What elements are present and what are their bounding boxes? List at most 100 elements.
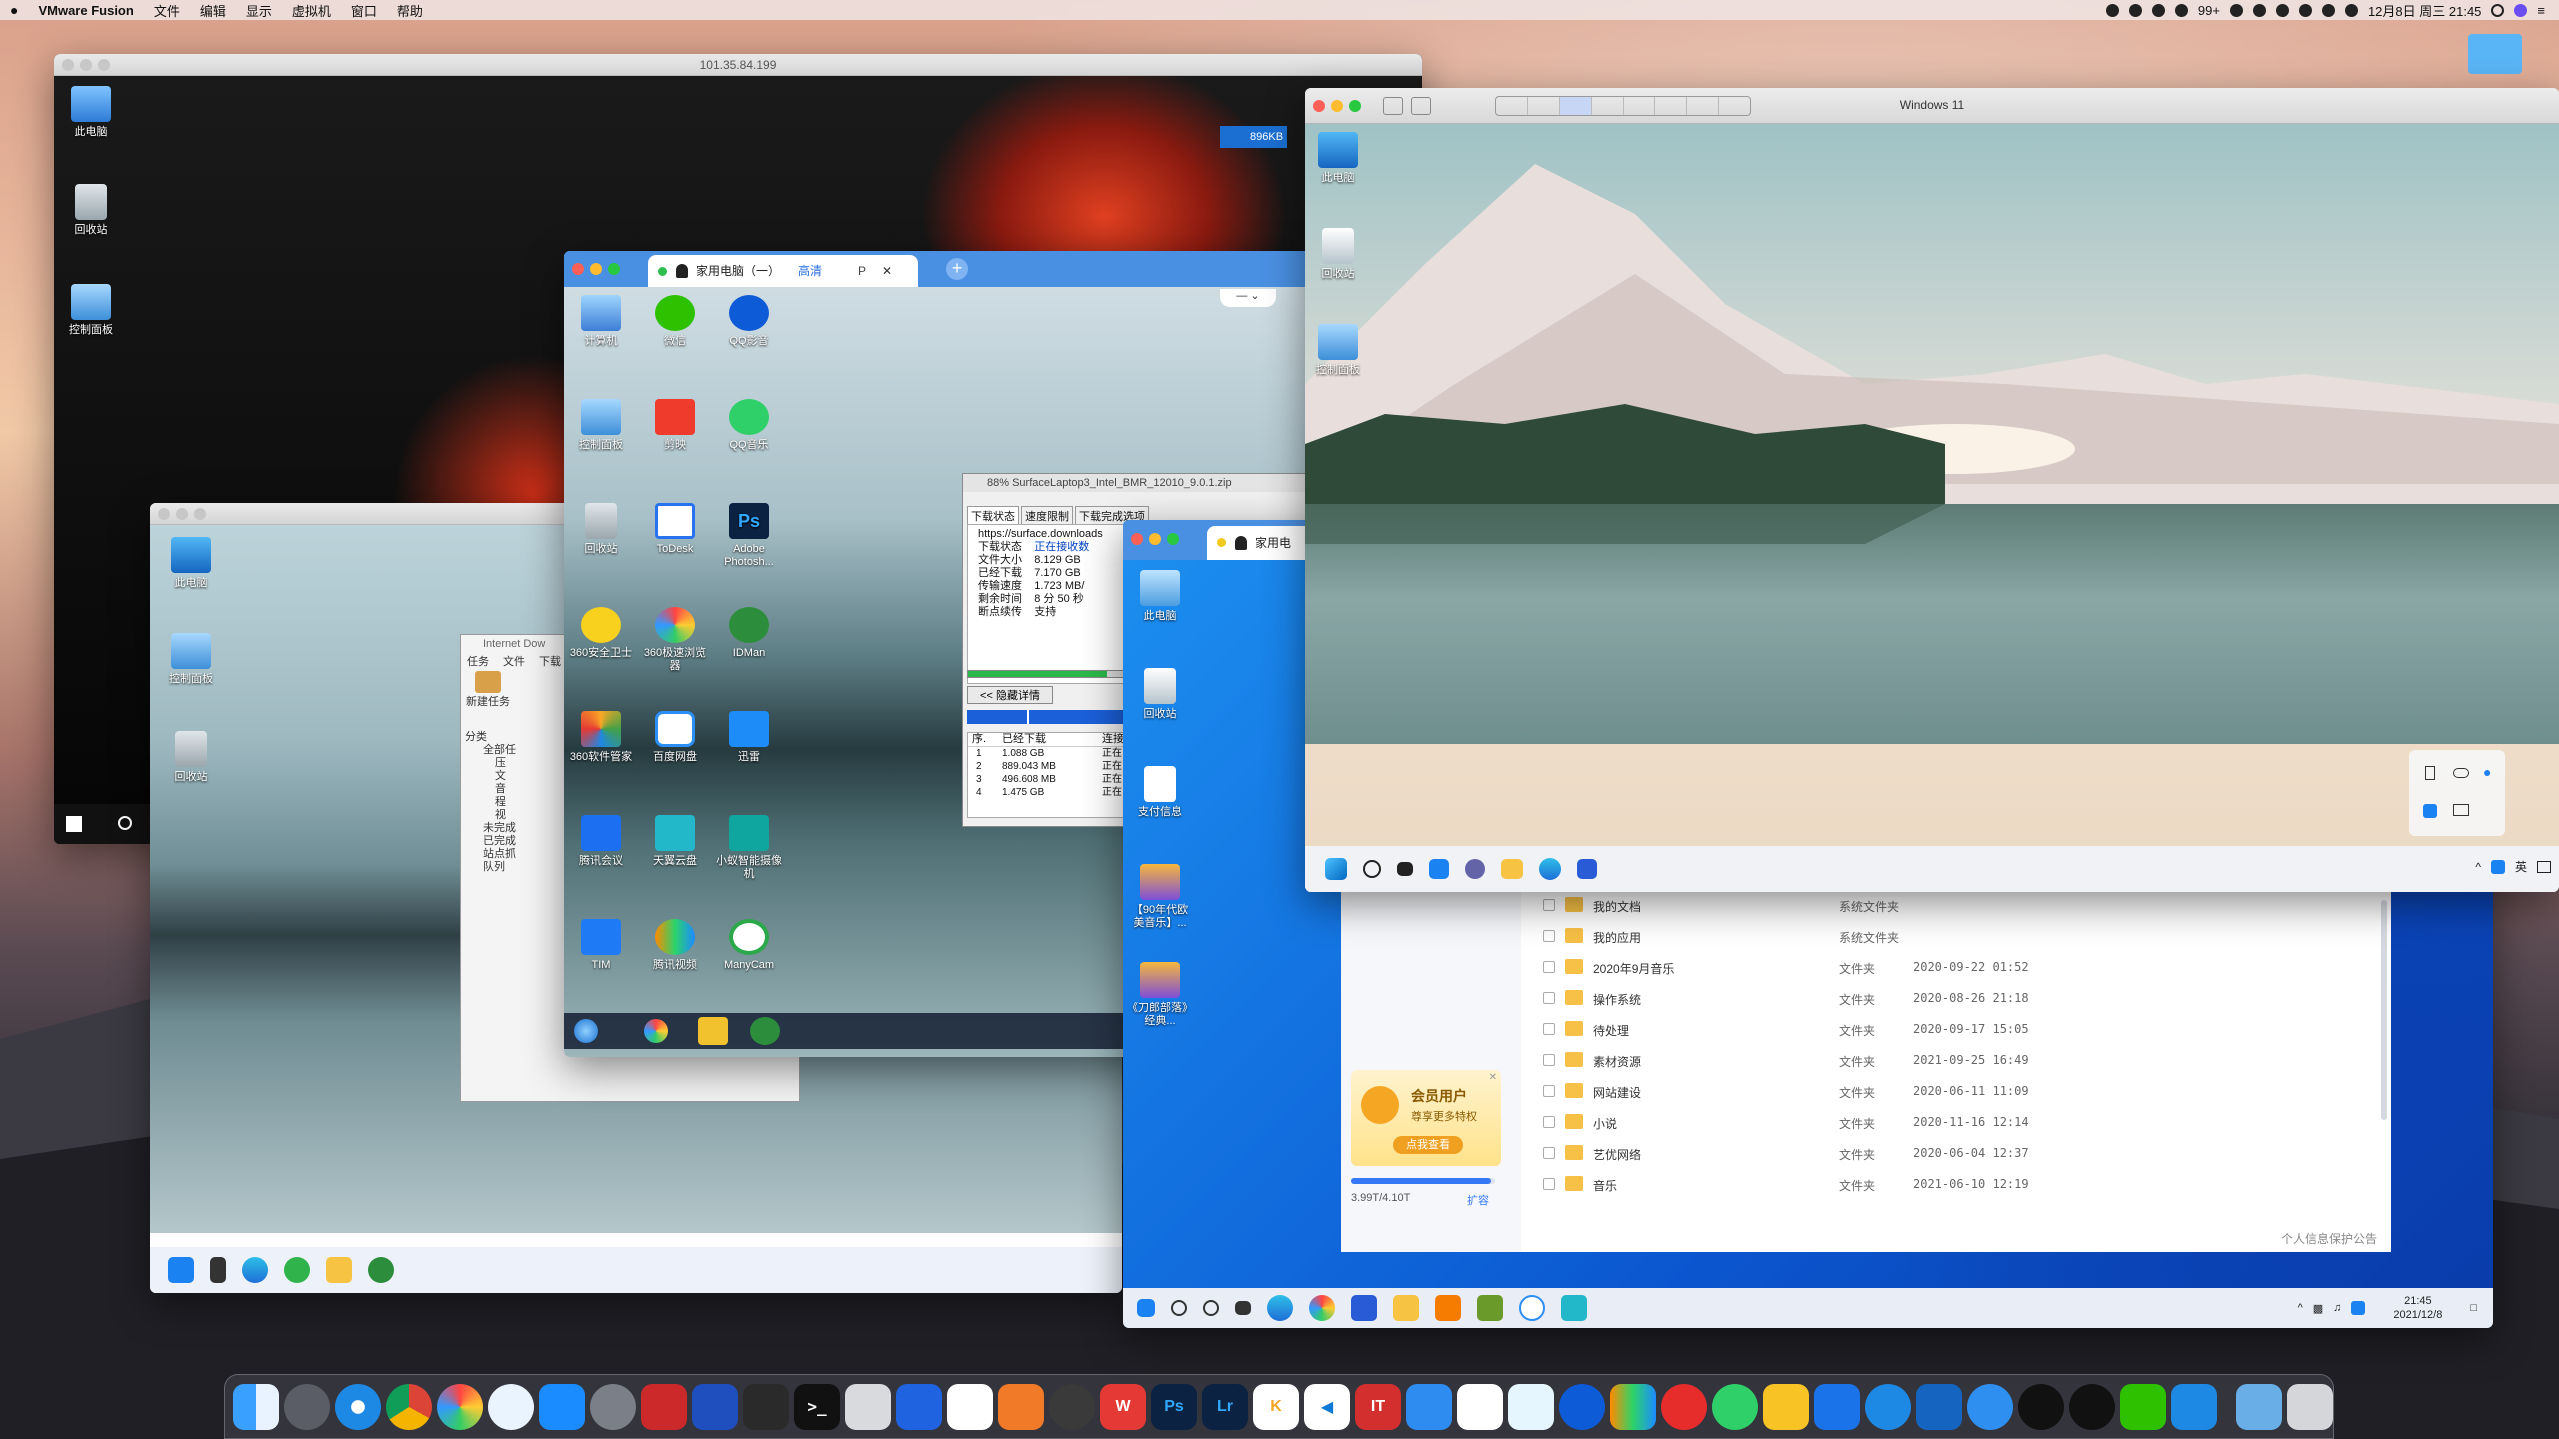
app-icon-tencent-meeting[interactable]: 腾讯会议: [568, 815, 634, 868]
checkbox[interactable]: [1543, 1085, 1555, 1097]
close-button[interactable]: [1131, 533, 1143, 545]
menubar-clock[interactable]: 12月8日 周三 21:45: [2368, 1, 2481, 20]
app-icon-tencent-video[interactable]: 腾讯视频: [642, 919, 708, 972]
desktop-icon-this-pc[interactable]: 此电脑: [1305, 132, 1371, 185]
task-view-icon[interactable]: [1397, 862, 1413, 876]
keynote-icon[interactable]: K: [1253, 1383, 1299, 1430]
desktop-icon-control-panel[interactable]: 控制面板: [1305, 324, 1371, 377]
app-icon-manycam[interactable]: ManyCam: [716, 919, 782, 972]
todesk-icon[interactable]: [947, 1383, 993, 1430]
qq-icon[interactable]: [2018, 1383, 2064, 1430]
tree-item[interactable]: 已完成: [465, 835, 555, 848]
tree-item[interactable]: 队列: [465, 861, 555, 874]
search-icon[interactable]: [2491, 3, 2505, 17]
network-icon[interactable]: ▩: [2313, 1302, 2323, 1315]
app-icon-xunlei[interactable]: 迅雷: [716, 711, 782, 764]
qqplayer-icon[interactable]: [1559, 1383, 1605, 1430]
wechat-icon[interactable]: [2120, 1383, 2166, 1430]
menu-window[interactable]: 窗口: [351, 1, 377, 20]
360-browser-icon[interactable]: [644, 1019, 668, 1043]
input-method-label[interactable]: 英: [2515, 858, 2527, 875]
tianyi-cloud-icon[interactable]: [1561, 1295, 1587, 1321]
vip-close-icon[interactable]: ✕: [1489, 1072, 1497, 1083]
edge-icon[interactable]: [1267, 1295, 1293, 1321]
checkmark-app-icon[interactable]: [2171, 1383, 2217, 1430]
status-icon[interactable]: [2174, 3, 2188, 17]
menu-file[interactable]: 文件: [154, 1, 180, 20]
desktop-icon-recycle-bin[interactable]: 回收站: [158, 731, 224, 784]
chevron-up-icon[interactable]: ^: [2298, 1302, 2303, 1314]
checkbox[interactable]: [1543, 961, 1555, 973]
cut-app-icon[interactable]: [1763, 1383, 1809, 1430]
bluetooth-icon[interactable]: ●: [2483, 764, 2491, 780]
search-icon[interactable]: [1171, 1300, 1187, 1316]
quality-label[interactable]: 高清: [798, 255, 822, 287]
app-icon-photoshop[interactable]: Ps Adobe Photosh...: [716, 503, 782, 569]
p-label[interactable]: P: [858, 255, 866, 287]
add-tab-icon[interactable]: +: [946, 258, 968, 280]
privacy-notice-link[interactable]: 个人信息保护公告: [2281, 1230, 2377, 1247]
app-icon-idman[interactable]: IDMan: [716, 607, 782, 660]
keyboard-icon[interactable]: [2453, 804, 2469, 816]
desktop-icon-control-panel[interactable]: 控制面板: [58, 284, 124, 337]
tab-speed-limit[interactable]: 速度限制: [1021, 506, 1073, 526]
app-icon-360-software[interactable]: 360软件管家: [568, 711, 634, 764]
desktop-icon-recycle-bin[interactable]: 回收站: [58, 184, 124, 237]
menu-edit[interactable]: 编辑: [200, 1, 226, 20]
search-icon[interactable]: [118, 816, 132, 830]
app-icon-tim[interactable]: TIM: [568, 919, 634, 972]
status-icon[interactable]: [2151, 3, 2165, 17]
onedrive-icon[interactable]: [1406, 1383, 1452, 1430]
tree-item[interactable]: 音: [465, 783, 555, 796]
list-item[interactable]: 音乐 文件夹 2021-06-10 12:19: [1521, 1169, 2261, 1200]
app-icon-360-browser[interactable]: 360极速浏览器: [642, 607, 708, 673]
baidu-netdisk-icon[interactable]: [1457, 1383, 1503, 1430]
vip-banner[interactable]: ✕ 会员用户 尊享更多特权 点我查看: [1351, 1070, 1501, 1166]
qq-tray-icon[interactable]: [2351, 1301, 2366, 1315]
qq-icon-2[interactable]: [2069, 1383, 2115, 1430]
screenshot-icon[interactable]: [641, 1383, 687, 1430]
checkbox[interactable]: [1543, 1178, 1555, 1190]
zoom-button[interactable]: [608, 263, 620, 275]
zoom-button[interactable]: [194, 508, 206, 520]
tree-item[interactable]: 视: [465, 809, 555, 822]
app-icon-wechat[interactable]: 微信: [642, 295, 708, 348]
idm-menu-tasks[interactable]: 任务: [467, 653, 489, 669]
checkbox[interactable]: [1543, 1054, 1555, 1066]
tree-item[interactable]: 文: [465, 770, 555, 783]
task-view-icon[interactable]: [1235, 1301, 1251, 1315]
list-item[interactable]: 我的应用 系统文件夹: [1521, 921, 2261, 952]
app-store-icon[interactable]: [539, 1383, 585, 1430]
360-browser-icon[interactable]: [437, 1383, 483, 1430]
idm-menu-file[interactable]: 文件: [503, 653, 525, 669]
tree-item[interactable]: 压: [465, 757, 555, 770]
rd-titlebar[interactable]: 家用电脑（一） 高清 P ✕ +: [564, 251, 1316, 287]
dashboard-pro-icon[interactable]: [1049, 1383, 1095, 1430]
list-scrollbar[interactable]: [2381, 900, 2387, 1120]
tray-clock[interactable]: 21:45 2021/12/8: [2393, 1294, 2442, 1322]
list-item[interactable]: 素材资源 文件夹 2021-09-25 16:49: [1521, 1045, 2261, 1076]
expand-link[interactable]: 扩容: [1467, 1192, 1489, 1208]
edge-icon[interactable]: [242, 1257, 268, 1283]
desktop-icon-this-pc[interactable]: 此电脑: [58, 86, 124, 139]
close-button[interactable]: [158, 508, 170, 520]
app-icon-control-panel[interactable]: 控制面板: [568, 399, 634, 452]
start-icon[interactable]: [1137, 1299, 1155, 1317]
app-icon-baidu-netdisk[interactable]: 百度网盘: [642, 711, 708, 764]
tab-download-status[interactable]: 下载状态: [967, 506, 1019, 526]
keyboard-icon[interactable]: [2344, 3, 2358, 17]
notification-icon[interactable]: □: [2470, 1302, 2477, 1314]
list-item[interactable]: 待处理 文件夹 2020-09-17 15:05: [1521, 1014, 2261, 1045]
app-icon-todesk[interactable]: ToDesk: [642, 503, 708, 556]
list-item[interactable]: 网站建设 文件夹 2020-06-11 11:09: [1521, 1076, 2261, 1107]
app-icon-tianyi-cloud[interactable]: 天翼云盘: [642, 815, 708, 868]
list-item[interactable]: 操作系统 文件夹 2020-08-26 21:18: [1521, 983, 2261, 1014]
idm-icon[interactable]: [368, 1257, 394, 1283]
list-item[interactable]: 小说 文件夹 2020-11-16 12:14: [1521, 1107, 2261, 1138]
hide-details-button[interactable]: << 隐藏详情: [967, 686, 1053, 704]
task-view-icon[interactable]: [210, 1257, 226, 1283]
infuse-icon[interactable]: [1610, 1383, 1656, 1430]
app-icon-computer[interactable]: 计算机: [568, 295, 634, 348]
remote-tool-icon[interactable]: [743, 1383, 789, 1430]
desktop-icon-music-archive-2[interactable]: 《刀郎部落》经典...: [1127, 962, 1193, 1028]
